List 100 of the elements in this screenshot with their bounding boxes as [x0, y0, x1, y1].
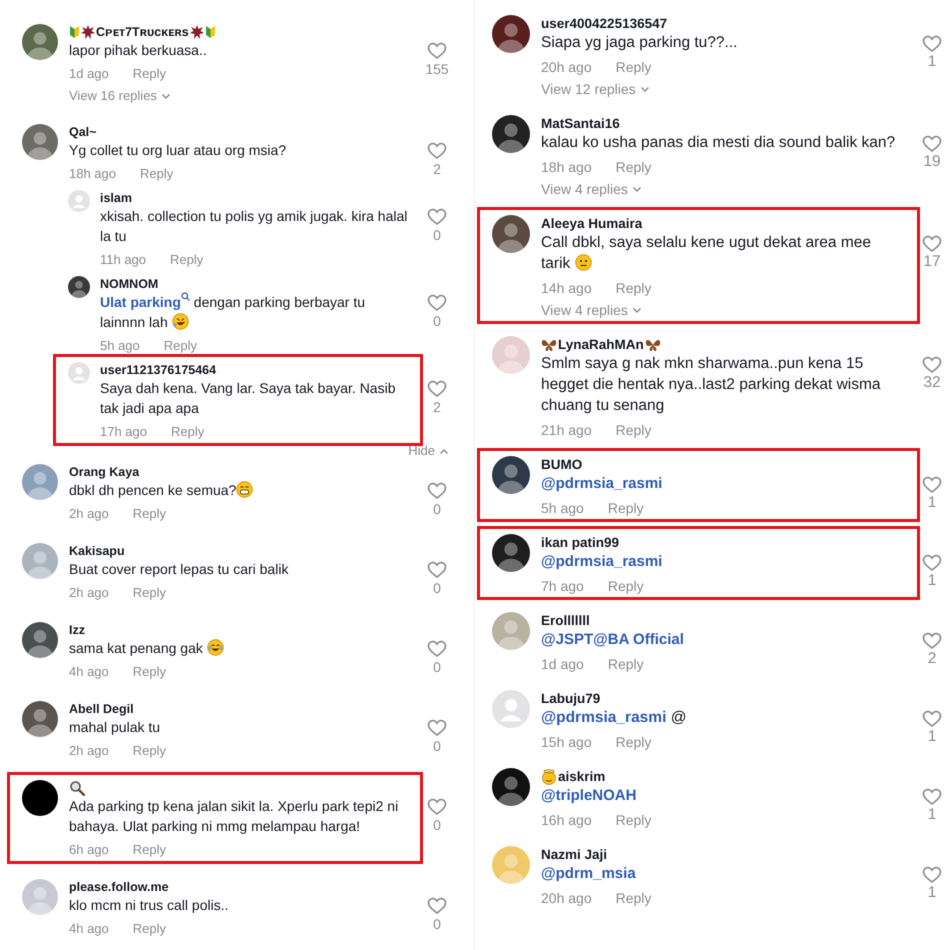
avatar[interactable] — [68, 276, 90, 298]
username[interactable]: MatSantai16 — [541, 115, 620, 132]
like-icon — [922, 135, 942, 153]
timestamp: 20h ago — [541, 58, 592, 77]
timestamp: 7h ago — [541, 577, 584, 596]
reply-link[interactable]: Reply — [616, 732, 652, 752]
mention-link[interactable]: @JSPT@BA Official — [541, 631, 684, 648]
like-icon — [427, 42, 447, 60]
like-icon — [427, 561, 447, 579]
mention-link[interactable]: @pdrm_msia — [541, 865, 636, 882]
like-count: 2 — [433, 160, 441, 178]
timestamp: 17h ago — [100, 423, 147, 441]
reply-link[interactable]: Reply — [132, 840, 166, 860]
like-count: 0 — [433, 816, 441, 834]
username[interactable]: Erolllllll — [541, 612, 590, 629]
timestamp: 5h ago — [541, 499, 584, 518]
username[interactable]: NOMNOM — [100, 276, 158, 292]
username[interactable]: Labuju79 — [541, 690, 600, 707]
comment-text: Ada parking tp kena jalan sikit la. Xperlu park tepi2 ni bahaya. Ulat parking ni mmg melampau harga! — [69, 797, 400, 836]
username[interactable]: Cᴘᴇᴛ7Tʀᴜᴄᴋᴇʀs — [96, 24, 189, 40]
avatar[interactable] — [492, 534, 530, 572]
view-replies-button[interactable]: View 16 replies — [69, 87, 171, 105]
reply-link[interactable]: Reply — [616, 157, 652, 177]
butterfly-icon — [541, 338, 557, 352]
username[interactable]: user1121376175464 — [100, 362, 216, 378]
username[interactable]: islam — [100, 190, 132, 206]
avatar[interactable] — [492, 15, 530, 53]
emoji-icon — [206, 639, 224, 656]
reply-link[interactable]: Reply — [616, 810, 652, 830]
like-icon — [427, 640, 447, 658]
avatar[interactable] — [22, 622, 58, 658]
reply-link[interactable]: Reply — [140, 164, 174, 184]
reply-link[interactable]: Reply — [132, 741, 166, 761]
reply-link[interactable]: Reply — [132, 662, 166, 682]
like-icon — [922, 476, 942, 494]
comment-text: dbkl dh pencen ke semua? — [69, 480, 411, 500]
username[interactable]: LynaRahMAn — [558, 336, 644, 353]
username[interactable]: Orang Kaya — [69, 464, 140, 480]
reply-link[interactable]: Reply — [132, 583, 166, 603]
comment-text: klo mcm ni trus call polis.. — [69, 896, 230, 915]
like-icon — [922, 710, 942, 728]
username[interactable]: please.follow.me — [69, 879, 169, 895]
reply-link[interactable]: Reply — [616, 278, 652, 298]
like-icon — [427, 142, 447, 160]
avatar[interactable] — [492, 456, 530, 494]
username[interactable]: Izz — [69, 622, 85, 638]
mention-link[interactable]: @pdrmsia_rasmi — [541, 709, 666, 726]
comment-text: lapor pihak berkuasa.. — [69, 41, 208, 60]
timestamp: 1d ago — [541, 655, 584, 674]
reply-link[interactable]: Reply — [132, 919, 166, 939]
reply-link[interactable]: Reply — [608, 576, 644, 596]
avatar[interactable] — [22, 780, 58, 816]
username[interactable]: Aleeya Humaira — [541, 215, 642, 232]
comment-text: kalau ko usha panas dia mesti dia sound balik kan? — [541, 133, 896, 153]
hide-button[interactable]: Hide — [408, 444, 449, 458]
reply-link[interactable]: Reply — [616, 888, 652, 908]
username[interactable]: user4004225136547 — [541, 15, 668, 32]
mention-link[interactable]: @pdrmsia_rasmi — [541, 553, 662, 570]
view-replies-button[interactable]: View 12 replies — [541, 80, 650, 99]
username[interactable]: ikan patin99 — [541, 534, 620, 551]
like-count: 1 — [928, 494, 936, 512]
reply-link[interactable]: Reply — [132, 64, 166, 84]
emoji-icon — [236, 481, 254, 498]
avatar[interactable] — [492, 115, 530, 153]
view-replies-button[interactable]: View 4 replies — [541, 180, 642, 199]
comment-text: Yg collet tu org luar atau org msia? — [69, 141, 288, 160]
reply-link[interactable]: Reply — [171, 422, 204, 442]
reply-link[interactable]: Reply — [616, 57, 652, 77]
reply-link[interactable]: Reply — [164, 336, 198, 356]
burst-icon — [81, 25, 95, 39]
username[interactable]: Qal~ — [69, 124, 96, 140]
avatar[interactable] — [492, 768, 530, 806]
reply-link[interactable]: Reply — [170, 250, 204, 270]
username[interactable]: aiskrim — [558, 768, 606, 785]
like-count: 2 — [928, 650, 936, 668]
reply-link[interactable]: Reply — [132, 504, 166, 524]
timestamp: 16h ago — [541, 811, 592, 830]
like-icon — [427, 482, 447, 500]
username[interactable]: Kakisapu — [69, 543, 125, 559]
mention-link[interactable]: @tripleNOAH — [541, 787, 636, 804]
reply-link[interactable]: Reply — [608, 498, 644, 518]
view-replies-button[interactable]: View 4 replies — [541, 301, 642, 320]
like-count: 1 — [928, 53, 936, 71]
like-icon — [427, 897, 447, 915]
mention-link[interactable]: @pdrmsia_rasmi — [541, 475, 662, 492]
like-count: 2 — [433, 398, 441, 416]
username[interactable]: Nazmi Jaji — [541, 846, 608, 863]
chevron-icon — [439, 448, 449, 454]
like-icon — [427, 798, 447, 816]
like-count: 0 — [433, 737, 441, 755]
chevron-icon — [640, 86, 650, 93]
comment-text: Buat cover report lepas tu cari balik — [69, 560, 290, 579]
timestamp: 21h ago — [541, 421, 592, 440]
username[interactable]: Abell Degil — [69, 701, 134, 717]
username[interactable]: BUMO — [541, 456, 582, 473]
mention-link[interactable]: Ulat parking — [100, 294, 181, 310]
reply-link[interactable]: Reply — [616, 420, 652, 440]
reply-link[interactable]: Reply — [608, 654, 644, 674]
avatar[interactable] — [22, 701, 58, 737]
avatar[interactable] — [492, 215, 530, 253]
